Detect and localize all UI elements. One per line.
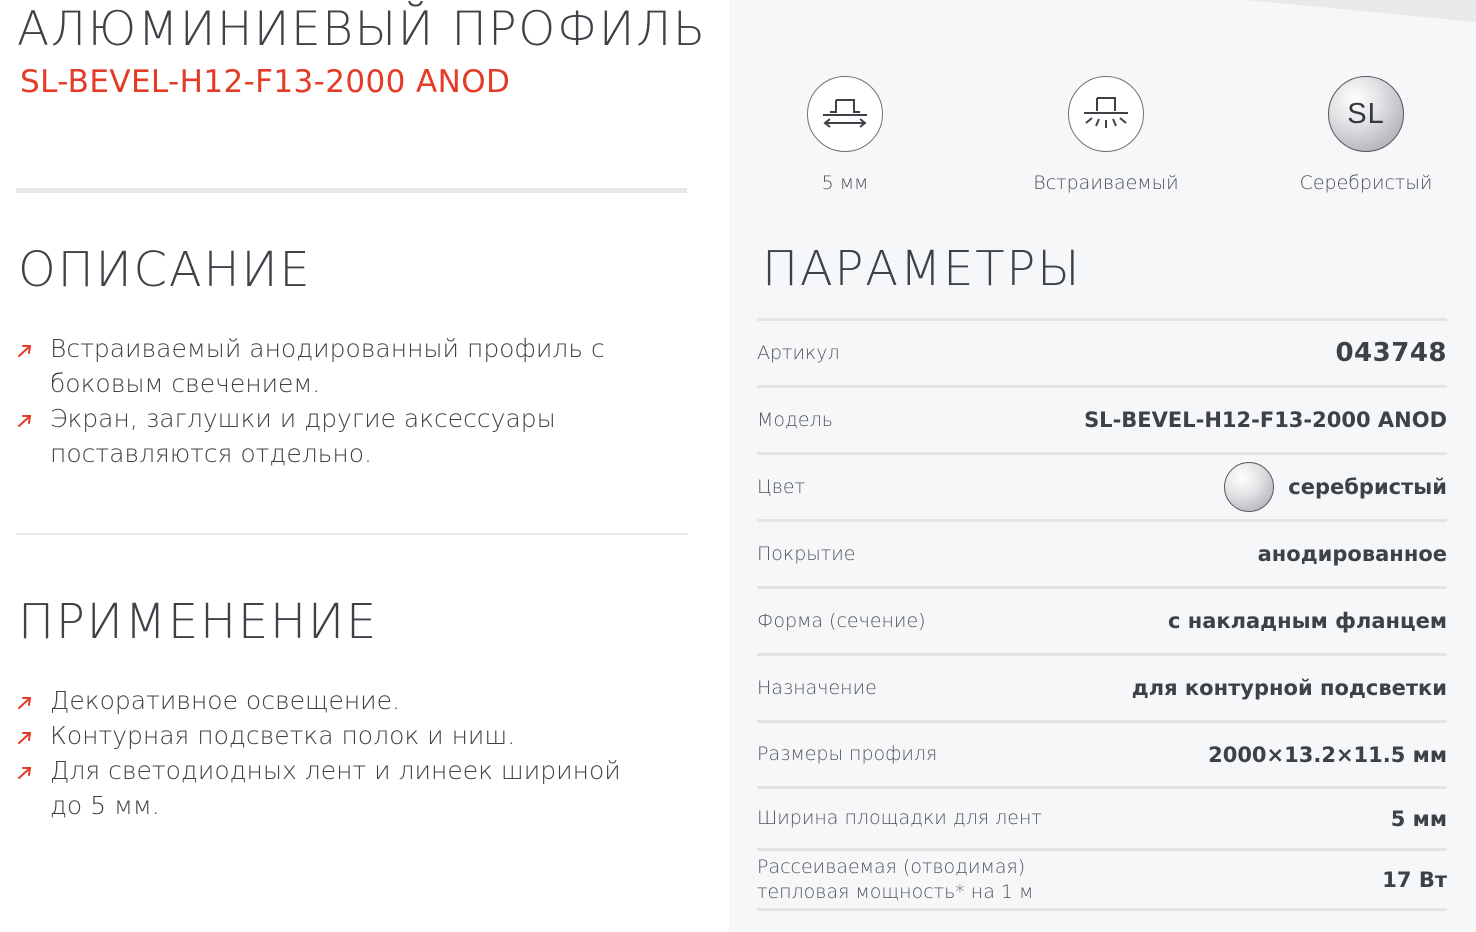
list-item: Декоративное освещение. [18, 683, 658, 718]
description-list: Встраиваемый анодированный профиль с бок… [18, 331, 658, 471]
list-item: Экран, заглушки и другие аксессуары пост… [18, 401, 658, 471]
feature-recessed: Встраиваемый [1016, 76, 1196, 194]
list-item: Для светодиодных лент и линеек шириной д… [18, 753, 658, 823]
application-heading: ПРИМЕНЕНИЕ [18, 594, 379, 650]
param-value: анодированное [1257, 542, 1447, 566]
param-label: Ширина площадки для лент [757, 807, 1042, 829]
param-label: Покрытие [757, 542, 856, 565]
red-arrow-icon [18, 697, 32, 709]
params-table: Артикул 043748 Модель SL-BEVEL-H12-F13-2… [757, 318, 1447, 911]
red-arrow-icon [18, 415, 32, 427]
table-row: Цвет серебристый [757, 452, 1447, 519]
param-label: Назначение [757, 676, 877, 699]
params-heading: ПАРАМЕТРЫ [762, 241, 1082, 297]
left-column: АЛЮМИНИЕВЫЙ ПРОФИЛЬ SL-BEVEL-H12-F13-200… [0, 0, 728, 932]
param-value: 043748 [1335, 338, 1447, 368]
width-profile-icon [807, 76, 883, 152]
table-row: Рассеиваемая (отводимая) тепловая мощнос… [757, 848, 1447, 911]
param-label: Рассеиваемая (отводимая) тепловая мощнос… [757, 855, 1034, 903]
feature-color: SL Серебристый [1276, 76, 1456, 194]
param-label: Модель [757, 408, 833, 431]
table-row: Артикул 043748 [757, 318, 1447, 385]
table-row: Размеры профиля 2000×13.2×11.5 мм [757, 720, 1447, 786]
param-value: для контурной подсветки [1131, 676, 1447, 700]
table-row: Модель SL-BEVEL-H12-F13-2000 ANOD [757, 385, 1447, 452]
color-swatch [1224, 462, 1275, 512]
list-item: Встраиваемый анодированный профиль с бок… [18, 331, 658, 401]
table-row: Ширина площадки для лент 5 мм [757, 786, 1447, 848]
red-arrow-icon [18, 345, 32, 357]
table-row: Назначение для контурной подсветки [757, 653, 1447, 720]
page-title: АЛЮМИНИЕВЫЙ ПРОФИЛЬ [17, 2, 707, 57]
feature-width: 5 мм [755, 76, 935, 194]
param-label: Размеры профиля [757, 743, 938, 765]
red-arrow-icon [18, 732, 32, 744]
param-value: 5 мм [1390, 806, 1447, 831]
param-value: 17 Вт [1382, 867, 1447, 892]
list-item: Контурная подсветка полок и ниш. [18, 718, 658, 753]
feature-label: Серебристый [1299, 172, 1433, 194]
recessed-profile-icon [1068, 76, 1144, 152]
right-column: 5 мм Встраиваемый SL Серебристый ПАРАМЕТ… [729, 0, 1476, 932]
feature-label: Встраиваемый [1033, 172, 1179, 194]
feature-label: 5 мм [821, 172, 869, 194]
param-label: Артикул [757, 341, 840, 364]
silver-color-icon: SL [1328, 76, 1404, 152]
corner-decoration [1246, 0, 1476, 22]
param-value: SL-BEVEL-H12-F13-2000 ANOD [1084, 408, 1447, 432]
param-value: 2000×13.2×11.5 мм [1208, 742, 1447, 767]
application-list: Декоративное освещение. Контурная подсве… [18, 683, 658, 823]
param-label: Цвет [757, 475, 806, 498]
table-row: Покрытие анодированное [757, 519, 1447, 586]
red-arrow-icon [18, 767, 32, 779]
description-heading: ОПИСАНИЕ [18, 242, 312, 298]
divider [16, 188, 687, 193]
model-subtitle: SL-BEVEL-H12-F13-2000 ANOD [20, 64, 511, 100]
divider [16, 533, 688, 535]
param-value: серебристый [1224, 462, 1447, 512]
table-row: Форма (сечение) с накладным фланцем [757, 586, 1447, 653]
param-label: Форма (сечение) [757, 609, 926, 632]
param-value: с накладным фланцем [1167, 609, 1447, 633]
